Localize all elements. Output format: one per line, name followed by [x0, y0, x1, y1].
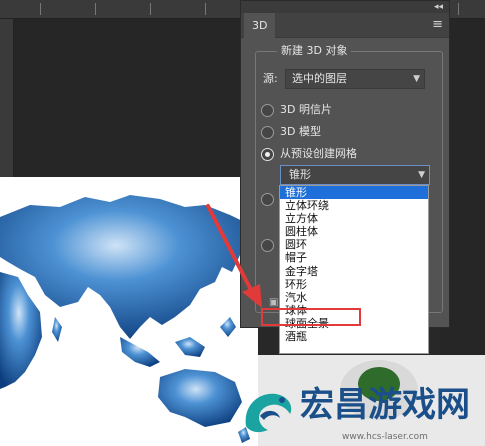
- radio-mesh-from-preset[interactable]: 从预设创建网格: [261, 146, 357, 162]
- tab-3d[interactable]: 3D: [244, 13, 276, 38]
- watermark-dragon-logo: [245, 393, 292, 433]
- panel-tab-strip: 3D ≡: [241, 13, 449, 38]
- annotation-highlight-box: [261, 308, 361, 326]
- dropdown-item-cone[interactable]: 锥形: [280, 186, 428, 200]
- chevron-down-icon: ▼: [413, 74, 420, 84]
- source-label: 源:: [263, 72, 278, 85]
- vertical-ruler: [0, 19, 14, 177]
- mesh-preset-select[interactable]: 锥形 ▼: [280, 165, 430, 185]
- radio-button-checked[interactable]: [261, 147, 274, 161]
- menu-icon[interactable]: ≡: [432, 17, 443, 33]
- dropdown-item-pyramid[interactable]: 金字塔: [280, 265, 428, 278]
- dropdown-item-wrap[interactable]: 立体环绕: [280, 199, 428, 212]
- watermark-brand: 宏昌游戏网: [300, 385, 470, 425]
- dropdown-item-soda-can[interactable]: 汽水: [280, 291, 428, 304]
- dropdown-item-cube[interactable]: 立方体: [280, 212, 428, 225]
- radio-label: 从预设创建网格: [280, 147, 357, 160]
- source-select[interactable]: 选中的图层 ▼: [285, 69, 425, 89]
- mesh-preset-value: 锥形: [289, 168, 311, 181]
- mesh-preset-dropdown: 锥形 立体环绕 立方体 圆柱体 圆环 帽子 金字塔 环形 汽水 球体 球面全景 …: [279, 185, 429, 354]
- dropdown-item-cylinder[interactable]: 圆柱体: [280, 225, 428, 238]
- dropdown-item-ring[interactable]: 环形: [280, 278, 428, 291]
- panel-header-bar: ◂◂: [241, 1, 449, 13]
- dropdown-item-wine-bottle[interactable]: 酒瓶: [280, 330, 428, 343]
- radio-button[interactable]: [261, 103, 274, 117]
- dropdown-item-donut[interactable]: 圆环: [280, 238, 428, 251]
- chevron-down-icon: ▼: [418, 170, 425, 180]
- watermark-url: www.hcs-laser.com: [342, 432, 428, 442]
- radio-label: 3D 明信片: [280, 103, 332, 116]
- radio-3d-model[interactable]: 3D 模型: [261, 124, 321, 140]
- collapse-icon[interactable]: ◂◂: [434, 1, 443, 13]
- radio-3d-postcard[interactable]: 3D 明信片: [261, 102, 332, 118]
- annotation-arrow: [206, 204, 262, 308]
- dropdown-item-hat[interactable]: 帽子: [280, 251, 428, 264]
- radio-label: 3D 模型: [280, 125, 321, 138]
- radio-button[interactable]: [261, 125, 274, 139]
- section-label: 新建 3D 对象: [277, 44, 352, 57]
- source-select-value: 选中的图层: [292, 72, 347, 85]
